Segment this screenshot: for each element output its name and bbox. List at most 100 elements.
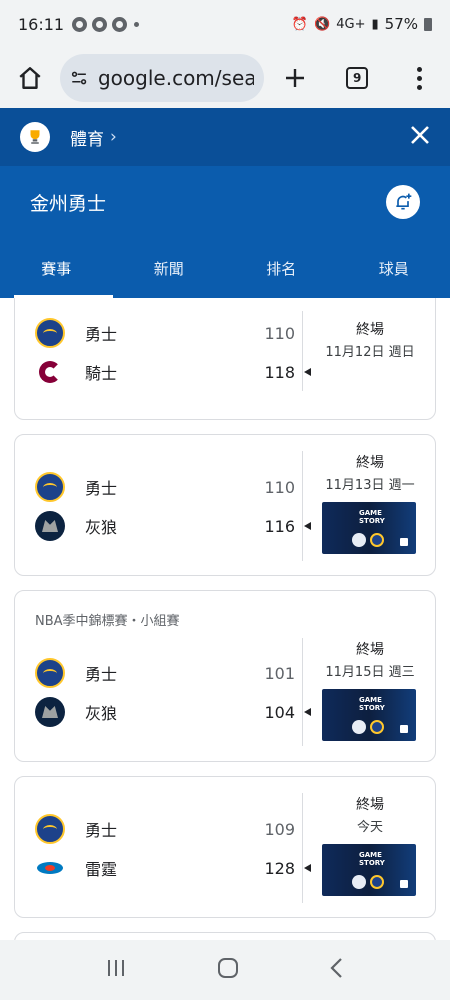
follow-notification-button[interactable] (386, 185, 420, 219)
team-name: 勇士 (85, 479, 118, 498)
game-story-video[interactable]: GAME STORY (322, 689, 416, 741)
team-name: 勇士 (85, 821, 118, 840)
sports-header: 體育 › 金州勇士 賽事 新聞 排名 球員 (0, 108, 450, 298)
team-name: 騎士 (85, 364, 118, 383)
team-score: 110 (264, 477, 295, 497)
video-caption-icon (400, 725, 408, 733)
video-team-logo (370, 875, 384, 889)
game-date: 11月13日 週一 (325, 478, 415, 493)
team-score: 118 (264, 362, 295, 382)
team-row: 雷霆 128 (35, 850, 311, 886)
winner-indicator-icon (304, 708, 311, 716)
game-card[interactable]: 勇士 110 灰狼 116 終場 11月13日 週一 GAME STORY (14, 434, 436, 576)
more-notifications-icon (134, 21, 140, 27)
close-icon (411, 126, 429, 144)
timberwolves-logo (35, 697, 65, 727)
plus-icon (286, 69, 305, 87)
game-story-video[interactable]: GAME STORY (322, 844, 416, 896)
video-team-logo (370, 533, 384, 547)
winner-indicator-icon (304, 522, 311, 530)
video-team-logo (352, 875, 366, 889)
video-label: GAME STORY (359, 509, 385, 525)
thunder-logo (35, 853, 65, 883)
site-settings-icon[interactable] (70, 67, 88, 89)
game-status: 終場 (356, 322, 384, 338)
game-date: 11月12日 週日 (325, 345, 415, 360)
video-caption-icon (400, 538, 408, 546)
tab-news[interactable]: 新聞 (113, 238, 226, 298)
team-score: 116 (264, 516, 295, 536)
browser-menu-button[interactable] (388, 48, 450, 108)
address-bar[interactable]: google.com/search (59, 54, 265, 102)
video-team-logo (370, 720, 384, 734)
sports-topbar: 體育 › (0, 108, 450, 166)
warriors-logo (35, 318, 65, 348)
team-name: 灰狼 (85, 704, 118, 723)
tab-games[interactable]: 賽事 (0, 238, 113, 298)
sports-tabs: 賽事 新聞 排名 球員 (0, 238, 450, 298)
divider (302, 638, 303, 746)
mute-icon: 🔇 (314, 16, 331, 32)
signal-icon: ▮ (371, 16, 379, 32)
game-card[interactable]: 勇士 110 騎士 118 終場 11月12日 週日 (14, 298, 436, 420)
status-bar: 16:11 ⏰ 🔇 4G+ ▮ 57% (0, 0, 450, 48)
bell-plus-icon (396, 193, 412, 210)
divider (302, 311, 303, 391)
tab-players[interactable]: 球員 (338, 238, 450, 298)
status-time: 16:11 (18, 14, 65, 34)
team-name: 灰狼 (85, 518, 118, 537)
chrome-notification-icon (92, 16, 108, 32)
trophy-icon (20, 122, 50, 152)
recent-apps-button[interactable] (105, 958, 127, 982)
team-row: 勇士 109 (35, 811, 305, 847)
warriors-logo (35, 814, 65, 844)
divider (302, 451, 303, 561)
video-label: GAME STORY (359, 851, 385, 867)
back-icon (330, 958, 342, 978)
battery-level: 57% (384, 15, 418, 33)
close-button[interactable] (410, 125, 430, 149)
home-button[interactable] (0, 48, 60, 108)
timberwolves-logo (35, 511, 65, 541)
game-status: 終場 (356, 797, 384, 813)
battery-icon (424, 17, 432, 31)
cavaliers-logo (35, 357, 65, 387)
games-list: 勇士 110 騎士 118 終場 11月12日 週日 勇士 110 灰狼 116… (0, 298, 450, 940)
team-row: 騎士 118 (35, 354, 311, 390)
chrome-notification-icon (72, 16, 88, 32)
game-card[interactable]: NBA季中錦標賽・小組賽 勇士 101 灰狼 104 終場 11月15日 週三 … (14, 590, 436, 762)
new-tab-button[interactable] (264, 48, 326, 108)
tab-standings[interactable]: 排名 (225, 238, 338, 298)
recent-apps-icon (108, 960, 124, 976)
team-name: 雷霆 (85, 860, 118, 879)
game-story-video[interactable]: GAME STORY (322, 502, 416, 554)
team-row: 勇士 110 (35, 469, 305, 505)
team-score: 101 (264, 663, 295, 683)
alarm-icon: ⏰ (291, 16, 309, 32)
home-nav-button[interactable] (217, 957, 239, 983)
winner-indicator-icon (304, 368, 311, 376)
browser-toolbar: google.com/search 9 (0, 48, 450, 108)
back-button[interactable] (329, 957, 345, 983)
game-card[interactable] (14, 932, 436, 940)
video-label: GAME STORY (359, 696, 385, 712)
url-text: google.com/search (97, 66, 255, 90)
more-vert-icon (416, 66, 422, 90)
divider (302, 793, 303, 903)
league-label: NBA季中錦標賽・小組賽 (35, 614, 180, 629)
team-row: 勇士 110 (35, 315, 305, 351)
warriors-logo (35, 658, 65, 688)
game-card[interactable]: 勇士 109 雷霆 128 終場 今天 GAME STORY (14, 776, 436, 918)
video-team-logo (352, 533, 366, 547)
game-date: 11月15日 週三 (325, 665, 415, 680)
team-score: 104 (264, 702, 295, 722)
game-date: 今天 (356, 820, 383, 835)
winner-indicator-icon (304, 864, 311, 872)
chrome-notification-icon (112, 16, 128, 32)
team-score: 110 (264, 323, 295, 343)
tab-switcher-button[interactable]: 9 (326, 48, 388, 108)
network-type: 4G+ (336, 16, 366, 32)
game-status: 終場 (356, 642, 384, 658)
sports-breadcrumb-link[interactable]: 體育 (70, 125, 104, 150)
game-status: 終場 (356, 455, 384, 471)
